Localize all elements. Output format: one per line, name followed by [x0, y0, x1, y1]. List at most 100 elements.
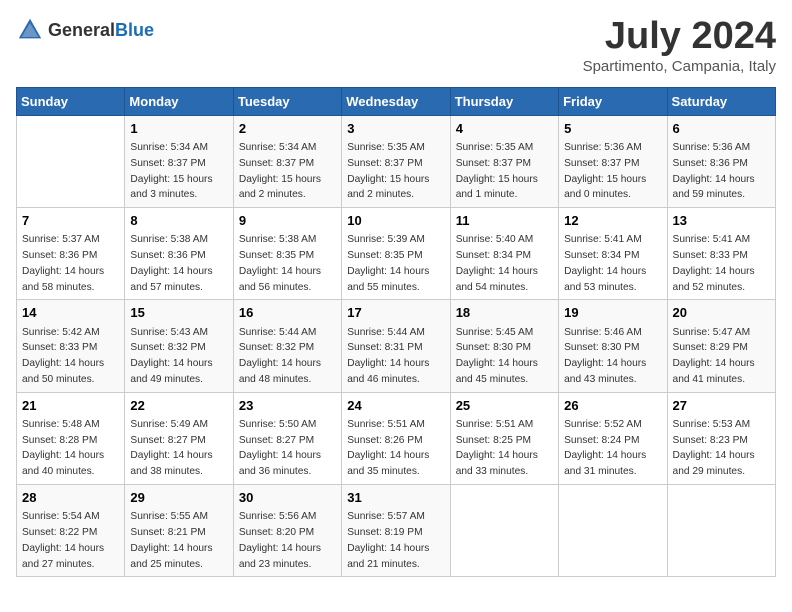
calendar-cell: 15Sunrise: 5:43 AM Sunset: 8:32 PM Dayli…: [125, 300, 233, 392]
day-number: 8: [130, 212, 227, 230]
day-info: Sunrise: 5:41 AM Sunset: 8:34 PM Dayligh…: [564, 234, 646, 292]
day-info: Sunrise: 5:35 AM Sunset: 8:37 PM Dayligh…: [456, 142, 538, 200]
weekday-header-thursday: Thursday: [450, 87, 558, 115]
day-number: 21: [22, 397, 119, 415]
day-number: 28: [22, 489, 119, 507]
weekday-header-friday: Friday: [559, 87, 667, 115]
weekday-header-saturday: Saturday: [667, 87, 775, 115]
day-number: 29: [130, 489, 227, 507]
day-info: Sunrise: 5:44 AM Sunset: 8:32 PM Dayligh…: [239, 327, 321, 385]
calendar-cell: 6Sunrise: 5:36 AM Sunset: 8:36 PM Daylig…: [667, 115, 775, 207]
day-number: 24: [347, 397, 444, 415]
weekday-header-monday: Monday: [125, 87, 233, 115]
day-number: 30: [239, 489, 336, 507]
day-info: Sunrise: 5:51 AM Sunset: 8:26 PM Dayligh…: [347, 419, 429, 477]
day-info: Sunrise: 5:45 AM Sunset: 8:30 PM Dayligh…: [456, 327, 538, 385]
day-number: 22: [130, 397, 227, 415]
calendar-cell: 11 Sunrise: 5:40 AM Sunset: 8:34 PM Dayli…: [450, 208, 558, 300]
calendar-cell: 14 Sunrise: 5:42 AM Sunset: 8:33 PM Dayli…: [17, 300, 125, 392]
week-row-4: 21 Sunrise: 5:48 AM Sunset: 8:28 PM Dayli…: [17, 392, 776, 484]
day-info: Sunrise: 5:48 AM Sunset: 8:28 PM Dayligh…: [22, 419, 104, 477]
day-number: 4: [456, 120, 553, 138]
calendar-cell: 31 Sunrise: 5:57 AM Sunset: 8:19 PM Dayli…: [342, 485, 450, 577]
day-number: 3: [347, 120, 444, 138]
day-info: Sunrise: 5:56 AM Sunset: 8:20 PM Dayligh…: [239, 511, 321, 569]
calendar-cell: 12 Sunrise: 5:41 AM Sunset: 8:34 PM Dayli…: [559, 208, 667, 300]
calendar-cell: 17 Sunrise: 5:44 AM Sunset: 8:31 PM Dayli…: [342, 300, 450, 392]
logo-icon: [16, 16, 44, 44]
day-number: 20: [673, 304, 770, 322]
day-info: Sunrise: 5:40 AM Sunset: 8:34 PM Dayligh…: [456, 234, 538, 292]
day-number: 14: [22, 304, 119, 322]
day-info: Sunrise: 5:50 AM Sunset: 8:27 PM Dayligh…: [239, 419, 321, 477]
day-info: Sunrise: 5:34 AM Sunset: 8:37 PM Dayligh…: [130, 142, 212, 200]
day-info: Sunrise: 5:35 AM Sunset: 8:37 PM Dayligh…: [347, 142, 429, 200]
calendar-cell: [667, 485, 775, 577]
calendar-cell: 25 Sunrise: 5:51 AM Sunset: 8:25 PM Dayli…: [450, 392, 558, 484]
day-info: Sunrise: 5:52 AM Sunset: 8:24 PM Dayligh…: [564, 419, 646, 477]
week-row-2: 7 Sunrise: 5:37 AM Sunset: 8:36 PM Daylig…: [17, 208, 776, 300]
calendar-cell: 3 Sunrise: 5:35 AM Sunset: 8:37 PM Daylig…: [342, 115, 450, 207]
calendar-table: SundayMondayTuesdayWednesdayThursdayFrid…: [16, 87, 776, 578]
week-row-5: 28 Sunrise: 5:54 AM Sunset: 8:22 PM Dayli…: [17, 485, 776, 577]
calendar-cell: 27 Sunrise: 5:53 AM Sunset: 8:23 PM Dayli…: [667, 392, 775, 484]
calendar-cell: [450, 485, 558, 577]
weekday-header-sunday: Sunday: [17, 87, 125, 115]
day-number: 12: [564, 212, 661, 230]
day-number: 25: [456, 397, 553, 415]
day-info: Sunrise: 5:49 AM Sunset: 8:27 PM Dayligh…: [130, 419, 212, 477]
calendar-cell: [17, 115, 125, 207]
day-number: 10: [347, 212, 444, 230]
weekday-header-tuesday: Tuesday: [233, 87, 341, 115]
calendar-cell: 1 Sunrise: 5:34 AM Sunset: 8:37 PM Daylig…: [125, 115, 233, 207]
day-number: 6: [673, 120, 770, 138]
calendar-cell: 8 Sunrise: 5:38 AM Sunset: 8:36 PM Daylig…: [125, 208, 233, 300]
title-block: July 2024 Spartimento, Campania, Italy: [583, 16, 776, 75]
calendar-cell: 30 Sunrise: 5:56 AM Sunset: 8:20 PM Dayli…: [233, 485, 341, 577]
day-number: 19: [564, 304, 661, 322]
calendar-cell: 10Sunrise: 5:39 AM Sunset: 8:35 PM Dayli…: [342, 208, 450, 300]
day-info: Sunrise: 5:47 AM Sunset: 8:29 PM Dayligh…: [673, 327, 755, 385]
day-info: Sunrise: 5:34 AM Sunset: 8:37 PM Dayligh…: [239, 142, 321, 200]
day-number: 18: [456, 304, 553, 322]
calendar-cell: 5 Sunrise: 5:36 AM Sunset: 8:37 PM Daylig…: [559, 115, 667, 207]
calendar-cell: [559, 485, 667, 577]
day-info: Sunrise: 5:38 AM Sunset: 8:36 PM Dayligh…: [130, 234, 212, 292]
day-number: 31: [347, 489, 444, 507]
calendar-cell: 28 Sunrise: 5:54 AM Sunset: 8:22 PM Dayli…: [17, 485, 125, 577]
day-info: Sunrise: 5:37 AM Sunset: 8:36 PM Dayligh…: [22, 234, 104, 292]
month-title: July 2024: [583, 16, 776, 58]
day-info: Sunrise: 5:57 AM Sunset: 8:19 PM Dayligh…: [347, 511, 429, 569]
day-info: Sunrise: 5:44 AM Sunset: 8:31 PM Dayligh…: [347, 327, 429, 385]
day-info: Sunrise: 5:46 AM Sunset: 8:30 PM Dayligh…: [564, 327, 646, 385]
logo-general: General: [48, 20, 115, 40]
day-info: Sunrise: 5:53 AM Sunset: 8:23 PM Dayligh…: [673, 419, 755, 477]
day-number: 11: [456, 212, 553, 230]
logo-blue: Blue: [115, 20, 154, 40]
logo: GeneralBlue: [16, 16, 154, 44]
day-number: 27: [673, 397, 770, 415]
day-number: 7: [22, 212, 119, 230]
calendar-cell: 9Sunrise: 5:38 AM Sunset: 8:35 PM Daylig…: [233, 208, 341, 300]
week-row-3: 14 Sunrise: 5:42 AM Sunset: 8:33 PM Dayli…: [17, 300, 776, 392]
day-info: Sunrise: 5:42 AM Sunset: 8:33 PM Dayligh…: [22, 327, 104, 385]
calendar-cell: 22 Sunrise: 5:49 AM Sunset: 8:27 PM Dayli…: [125, 392, 233, 484]
day-number: 23: [239, 397, 336, 415]
calendar-cell: 18 Sunrise: 5:45 AM Sunset: 8:30 PM Dayli…: [450, 300, 558, 392]
day-info: Sunrise: 5:54 AM Sunset: 8:22 PM Dayligh…: [22, 511, 104, 569]
calendar-cell: 13Sunrise: 5:41 AM Sunset: 8:33 PM Dayli…: [667, 208, 775, 300]
calendar-cell: 26 Sunrise: 5:52 AM Sunset: 8:24 PM Dayli…: [559, 392, 667, 484]
calendar-cell: 20 Sunrise: 5:47 AM Sunset: 8:29 PM Dayli…: [667, 300, 775, 392]
weekday-header-wednesday: Wednesday: [342, 87, 450, 115]
day-number: 5: [564, 120, 661, 138]
day-number: 13: [673, 212, 770, 230]
calendar-cell: 29Sunrise: 5:55 AM Sunset: 8:21 PM Dayli…: [125, 485, 233, 577]
weekday-header-row: SundayMondayTuesdayWednesdayThursdayFrid…: [17, 87, 776, 115]
day-info: Sunrise: 5:36 AM Sunset: 8:37 PM Dayligh…: [564, 142, 646, 200]
day-number: 1: [130, 120, 227, 138]
day-number: 26: [564, 397, 661, 415]
day-number: 17: [347, 304, 444, 322]
calendar-cell: 21 Sunrise: 5:48 AM Sunset: 8:28 PM Dayli…: [17, 392, 125, 484]
day-info: Sunrise: 5:51 AM Sunset: 8:25 PM Dayligh…: [456, 419, 538, 477]
calendar-cell: 2Sunrise: 5:34 AM Sunset: 8:37 PM Daylig…: [233, 115, 341, 207]
